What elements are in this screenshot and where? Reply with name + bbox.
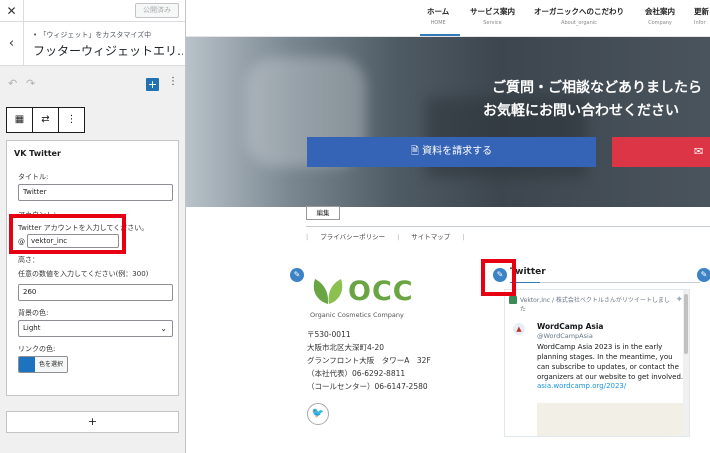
company-logo-text: OCC [348, 276, 414, 307]
highlight-pencil-box [481, 259, 516, 296]
request-document-label: 資料を請求する [422, 146, 493, 157]
tweet-text: WordCamp Asia 2023 is in the early plann… [537, 343, 684, 381]
nav-label: ホーム [427, 7, 450, 16]
widget-title: VK Twitter [14, 149, 61, 158]
calendar-icon[interactable]: ▦ [7, 108, 33, 132]
publish-button[interactable]: 公開済み [135, 3, 179, 18]
height-label: 高さ： [18, 256, 39, 264]
nav-item-info[interactable]: 更新 Infor [694, 6, 709, 26]
nav-label: 更新 [694, 7, 709, 16]
nav-label: オーガニックへのこだわり [534, 7, 624, 16]
panel-subtitle: • 「ウィジェット」をカスタマイズ中 [33, 31, 152, 39]
address-line: （本社代表）06-6292-8811 [307, 369, 406, 378]
edit-button[interactable]: 編集 [306, 206, 340, 220]
privacy-policy-link[interactable]: プライバシーポリシー [320, 231, 385, 241]
panel-title: フッターウィジェットエリ… [33, 44, 183, 58]
footer-links: | プライバシーポリシー | サイトマップ | [306, 226, 710, 241]
nav-item-company[interactable]: 会社案内 Company [645, 6, 675, 26]
retweet-avatar-icon [509, 296, 517, 304]
retweet-note: Vektor,Inc / 株式会社ベクトルさんがリツイートしました [520, 297, 670, 313]
request-document-button[interactable]: 🗎 資料を請求する [307, 137, 596, 167]
address-line: 大阪市北区大深町4-20 [307, 343, 385, 352]
twitter-icon[interactable]: 🐦 [307, 403, 329, 425]
nav-sublabel: HOME [430, 20, 446, 26]
nav-sublabel: About_organic [561, 20, 597, 26]
contact-hero: ご質問・ご相談などありましたら お気軽にお問い合わせください 🗎 資料を請求する… [186, 37, 710, 207]
customizer-topbar: ✕ 公開済み [0, 0, 185, 22]
close-icon[interactable]: ✕ [0, 0, 24, 22]
scrollbar-thumb[interactable] [684, 294, 688, 354]
twitter-bird-icon: ✦ [675, 295, 683, 305]
occ-leaf-logo [313, 279, 343, 304]
divider: | [306, 233, 309, 241]
bg-color-value: Light [23, 324, 41, 332]
edit-pencil-icon[interactable]: ✎ [697, 268, 710, 282]
edit-pencil-icon[interactable]: ✎ [290, 268, 304, 282]
block-more-icon[interactable]: ⋮ [59, 108, 84, 132]
add-block-button[interactable]: + [146, 78, 159, 91]
more-options-icon[interactable]: ⋮ [168, 76, 178, 87]
add-widget-button[interactable]: + [6, 411, 179, 433]
company-tagline: Organic Cosmetics Company [310, 311, 404, 319]
highlight-account-box [9, 214, 126, 254]
tweet-link[interactable]: asia.wordcamp.org/2023/ [537, 382, 626, 390]
undo-icon[interactable]: ↶ [8, 77, 17, 90]
height-hint: 任意の数値を入力してください(例：300) [18, 270, 149, 278]
tweet-author-handle[interactable]: @WordCampAsia [537, 332, 593, 340]
title-label: タイトル: [18, 173, 49, 181]
nav-active-indicator [420, 34, 460, 36]
twitter-timeline-embed[interactable]: Vektor,Inc / 株式会社ベクトルさんがリツイートしました ✦ ▲ Wo… [504, 289, 690, 437]
address-line: 〒530-0011 [307, 330, 351, 339]
nav-item-home[interactable]: ホーム HOME [427, 6, 449, 26]
back-chevron-icon[interactable]: ‹ [0, 22, 24, 66]
divider: | [397, 233, 400, 241]
title-input[interactable]: Twitter [18, 184, 173, 201]
timeline-scrollbar[interactable] [683, 290, 689, 436]
nav-label: サービス案内 [470, 7, 515, 16]
tweet-media-card[interactable] [537, 403, 685, 436]
bg-color-label: 背景の色: [18, 309, 49, 317]
link-color-picker[interactable]: 色を選択 [18, 356, 68, 373]
nav-sublabel: Infor [694, 20, 706, 26]
height-input[interactable]: 260 [18, 284, 173, 301]
link-color-label: リンクの色: [18, 345, 56, 353]
chevron-down-icon: ⌄ [160, 324, 167, 333]
transform-icon[interactable]: ⇄ [33, 108, 59, 132]
editor-toolbar: ↶ ↷ + ⋮ [0, 66, 185, 102]
vk-twitter-widget-form: VK Twitter タイトル: Twitter アカウント： Twitter … [6, 140, 179, 396]
nav-sublabel: Service [483, 20, 502, 26]
nav-sublabel: Company [648, 20, 672, 26]
address-line: （コールセンター）06-6147-2580 [307, 382, 428, 391]
site-navigation: ホーム HOME サービス案内 Service オーガニックへのこだわり Abo… [186, 0, 710, 37]
address-line: グランフロント大阪 タワーA 32F [307, 356, 431, 365]
color-swatch [19, 357, 35, 372]
nav-item-organic[interactable]: オーガニックへのこだわり About_organic [534, 6, 624, 26]
tweet-avatar[interactable]: ▲ [513, 323, 525, 335]
hero-heading-line1: ご質問・ご相談などありましたら [492, 80, 702, 96]
bg-color-select[interactable]: Light ⌄ [18, 320, 173, 337]
tweet-author-name[interactable]: WordCamp Asia [537, 322, 604, 331]
nav-item-service[interactable]: サービス案内 Service [470, 6, 515, 26]
document-icon: 🗎 [410, 146, 423, 157]
site-preview: ホーム HOME サービス案内 Service オーガニックへのこだわり Abo… [186, 0, 710, 453]
redo-icon[interactable]: ↷ [26, 77, 35, 90]
panel-header: ‹ • 「ウィジェット」をカスタマイズ中 フッターウィジェットエリ… [0, 22, 185, 66]
color-picker-label: 色を選択 [35, 357, 67, 372]
hero-heading-line2: お気軽にお問い合わせください [483, 103, 679, 119]
block-toolbar: ▦ ⇄ ⋮ [6, 107, 85, 133]
sitemap-link[interactable]: サイトマップ [411, 231, 450, 241]
divider: | [462, 233, 465, 241]
mail-icon: ✉ [694, 145, 704, 158]
nav-label: 会社案内 [645, 7, 675, 16]
mail-contact-button[interactable]: ✉ [612, 137, 710, 167]
